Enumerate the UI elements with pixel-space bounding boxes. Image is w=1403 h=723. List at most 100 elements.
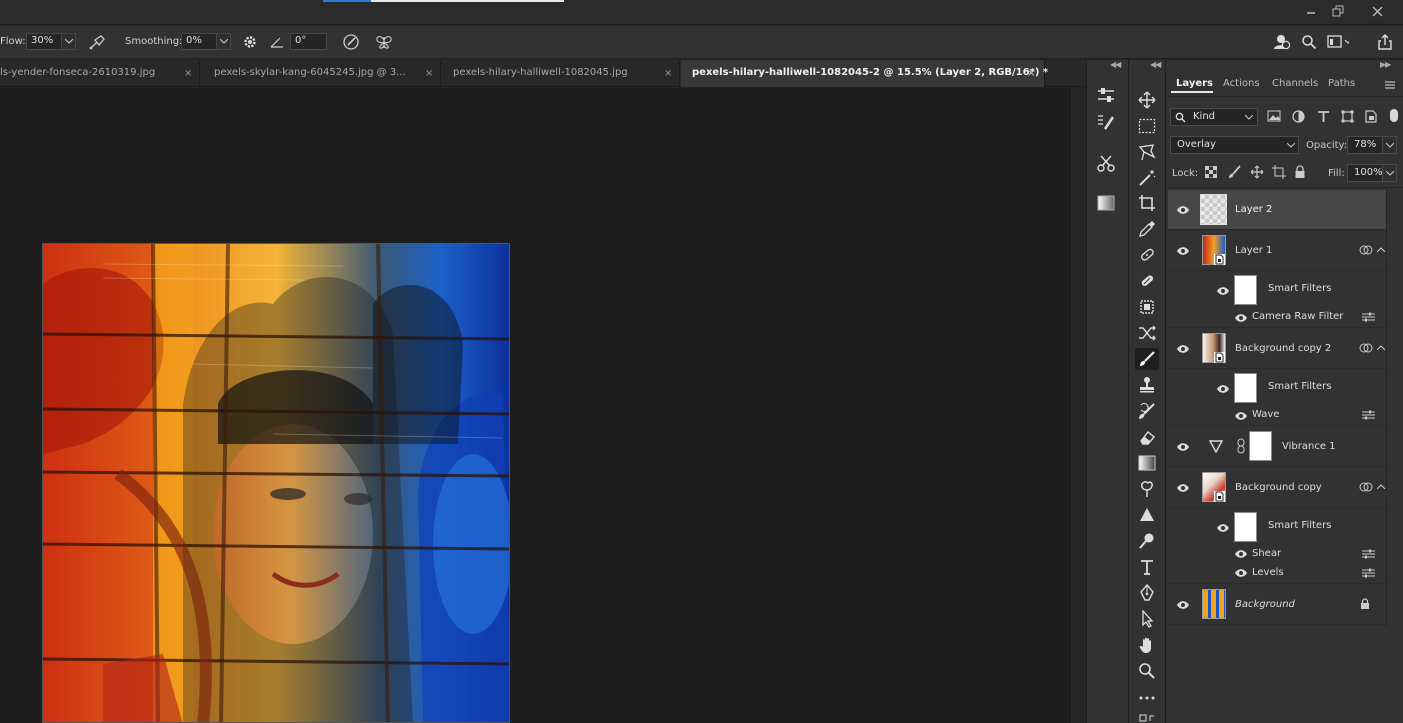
search-button[interactable]: [1298, 32, 1320, 52]
tab-yender-fonseca[interactable]: ls-yender-fonseca-2610319.jpg: [0, 60, 200, 87]
link-chain-icon[interactable]: [1237, 438, 1245, 454]
filter-blending-options-icon[interactable]: [1362, 568, 1375, 578]
collapse-arrows-icon[interactable]: ◀◀: [1150, 60, 1161, 69]
vertical-scrollbar[interactable]: [1070, 88, 1086, 723]
spot-healing-tool[interactable]: [1135, 244, 1159, 266]
tool-presets-button[interactable]: [1094, 152, 1118, 174]
tab-paths[interactable]: Paths: [1328, 78, 1355, 89]
layer-thumbnail[interactable]: [1200, 194, 1227, 225]
close-window-button[interactable]: [1366, 3, 1388, 19]
layer-name[interactable]: Background copy: [1235, 482, 1322, 493]
symmetry-button[interactable]: [373, 32, 395, 52]
lasso-tool[interactable]: [1135, 141, 1159, 163]
visibility-eye-icon[interactable]: [1176, 246, 1190, 256]
fill-input[interactable]: 100%: [1347, 164, 1383, 182]
visibility-eye-icon[interactable]: [1234, 549, 1248, 559]
lock-position-button[interactable]: [1250, 165, 1264, 179]
workspace-button[interactable]: [1327, 32, 1349, 52]
tab-hilary-halliwell[interactable]: pexels-hilary-halliwell-1082045.jpg: [441, 60, 680, 87]
visibility-eye-icon[interactable]: [1216, 384, 1230, 394]
smart-filter-options-icon[interactable]: [1359, 342, 1373, 354]
chevron-up-icon[interactable]: [1377, 345, 1385, 350]
minimize-button[interactable]: [1300, 3, 1322, 19]
layer-row-vibrance-1[interactable]: [1168, 427, 1386, 467]
visibility-eye-icon[interactable]: [1216, 286, 1230, 296]
red-eye-tool[interactable]: [1135, 322, 1159, 344]
lock-transparent-button[interactable]: [1205, 166, 1217, 178]
brush-settings-button[interactable]: [1094, 111, 1118, 133]
properties-panel-button[interactable]: [1094, 84, 1118, 106]
visibility-eye-icon[interactable]: [1234, 411, 1248, 421]
layer-row-layer-1[interactable]: [1168, 231, 1386, 271]
smudge-tool[interactable]: [1135, 478, 1159, 500]
layer-name[interactable]: Smart Filters: [1268, 520, 1331, 531]
pen-tool[interactable]: [1135, 582, 1159, 604]
layer-name[interactable]: Background copy 2: [1235, 343, 1331, 354]
layer-name[interactable]: Background: [1235, 599, 1295, 610]
lock-all-button[interactable]: [1294, 165, 1306, 179]
eyedropper-tool[interactable]: [1135, 218, 1159, 240]
smoothing-input[interactable]: 0%: [181, 33, 217, 50]
opacity-dropdown[interactable]: [1382, 136, 1397, 154]
tab-close-button[interactable]: ×: [664, 68, 672, 79]
filter-name[interactable]: Levels: [1252, 567, 1284, 578]
marquee-tool[interactable]: [1135, 115, 1159, 137]
filter-adjustment-button[interactable]: [1292, 110, 1305, 123]
dodge-tool[interactable]: [1135, 530, 1159, 552]
smoothing-settings-button[interactable]: [239, 32, 261, 52]
collapse-arrows-icon[interactable]: ▶▶: [1380, 60, 1391, 69]
collapse-arrows-icon[interactable]: ◀◀: [1110, 60, 1121, 69]
type-tool[interactable]: [1135, 556, 1159, 578]
filter-blending-options-icon[interactable]: [1362, 410, 1375, 420]
layer-thumbnail[interactable]: [1202, 589, 1226, 619]
opacity-input[interactable]: 78%: [1347, 136, 1383, 154]
adjustment-mask-thumbnail[interactable]: [1249, 431, 1272, 461]
chevron-up-icon[interactable]: [1377, 247, 1385, 252]
eraser-tool[interactable]: [1135, 426, 1159, 448]
tab-actions[interactable]: Actions: [1223, 78, 1260, 89]
hand-tool[interactable]: [1135, 634, 1159, 656]
lock-pixels-button[interactable]: [1228, 165, 1241, 179]
filter-blending-options-icon[interactable]: [1362, 312, 1375, 322]
layer-name[interactable]: Smart Filters: [1268, 381, 1331, 392]
chevron-up-icon[interactable]: [1377, 484, 1385, 489]
history-brush-tool[interactable]: [1135, 400, 1159, 422]
flow-dropdown[interactable]: [61, 33, 76, 50]
panel-menu-button[interactable]: [1384, 80, 1396, 90]
filter-shape-button[interactable]: [1341, 110, 1354, 123]
crop-tool[interactable]: [1135, 192, 1159, 214]
layer-name[interactable]: Vibrance 1: [1282, 441, 1336, 452]
filter-mask-thumbnail[interactable]: [1234, 275, 1257, 305]
filter-pixel-button[interactable]: [1267, 110, 1281, 122]
layer-name[interactable]: Layer 1: [1235, 245, 1272, 256]
layer-name[interactable]: Smart Filters: [1268, 283, 1331, 294]
default-colors-button[interactable]: [1135, 712, 1159, 723]
visibility-eye-icon[interactable]: [1176, 205, 1190, 215]
blend-mode-select[interactable]: Overlay: [1170, 136, 1299, 154]
clone-stamp-tool[interactable]: [1135, 374, 1159, 396]
pressure-size-button[interactable]: [340, 32, 362, 52]
tab-channels[interactable]: Channels: [1272, 78, 1318, 89]
path-selection-tool[interactable]: [1135, 608, 1159, 630]
brush-tool[interactable]: [1135, 348, 1159, 370]
document-artwork[interactable]: [42, 243, 510, 723]
visibility-eye-icon[interactable]: [1176, 344, 1190, 354]
filter-name[interactable]: Wave: [1252, 409, 1279, 420]
smart-filter-options-icon[interactable]: [1359, 244, 1373, 256]
airbrush-button[interactable]: [87, 32, 109, 52]
filter-mask-thumbnail[interactable]: [1234, 373, 1257, 403]
content-aware-move-tool[interactable]: [1135, 296, 1159, 318]
tab-close-button[interactable]: ×: [1027, 68, 1035, 79]
learn-button[interactable]: [1271, 32, 1293, 52]
sharpen-tool[interactable]: [1135, 504, 1159, 526]
magic-wand-tool[interactable]: [1135, 167, 1159, 189]
visibility-eye-icon[interactable]: [1176, 442, 1190, 452]
filter-type-button[interactable]: [1317, 110, 1330, 123]
visibility-eye-icon[interactable]: [1234, 313, 1248, 323]
flow-input[interactable]: 30%: [26, 33, 62, 50]
smart-filter-options-icon[interactable]: [1359, 481, 1373, 493]
visibility-eye-icon[interactable]: [1234, 568, 1248, 578]
lock-artboard-button[interactable]: [1272, 165, 1286, 179]
share-button[interactable]: [1374, 32, 1396, 52]
restore-button[interactable]: [1327, 3, 1349, 19]
